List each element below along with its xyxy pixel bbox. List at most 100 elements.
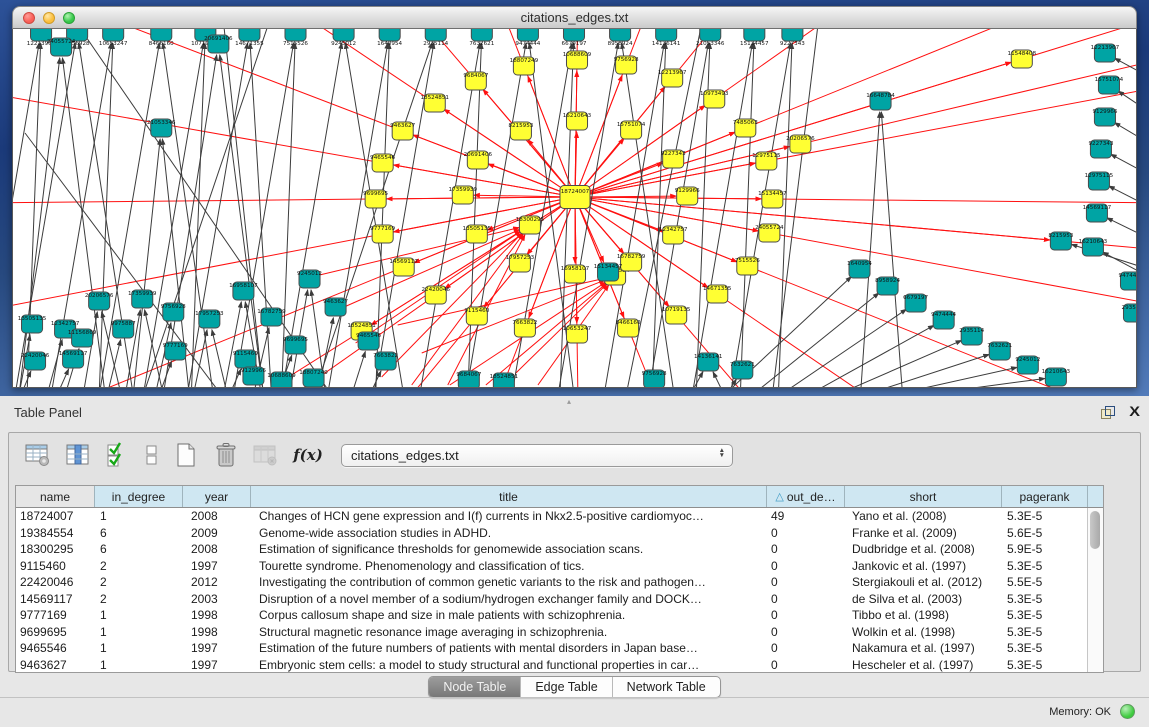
delete-table-icon[interactable] (211, 441, 241, 469)
function-builder-icon[interactable]: f(x) (291, 446, 325, 464)
vertical-scrollbar[interactable] (1087, 508, 1103, 672)
table-cell: Stergiakouli et al. (2012) (845, 574, 1002, 590)
application-window: citations_edges.txt 18724007183002951938… (0, 0, 1149, 727)
table-cell: 14569117 (16, 591, 95, 607)
graph-node-label: 9227343 (780, 41, 805, 47)
graph-node[interactable] (563, 29, 584, 41)
table-cell: 0 (767, 574, 845, 590)
table-row[interactable]: 969969511998Structural magnetic resonanc… (16, 624, 1103, 641)
table-options-icon[interactable] (23, 441, 53, 469)
graph-node-label: 9684067 (463, 73, 488, 79)
table-row[interactable]: 946362711997Embryonic stem cells: a mode… (16, 657, 1103, 674)
graph-node-label: 6679197 (903, 295, 928, 301)
network-window-titlebar[interactable]: citations_edges.txt (12, 6, 1137, 29)
table-row[interactable]: 1938455462009Genome-wide association stu… (16, 525, 1103, 542)
graph-node[interactable] (103, 29, 124, 41)
table-row[interactable]: 2242004622012Investigating the contribut… (16, 574, 1103, 591)
network-view-frame: citations_edges.txt 18724007183002951938… (0, 0, 1149, 396)
table-cell: 5.3E-5 (1002, 640, 1088, 656)
table-row[interactable]: 1456911722003Disruption of a novel membe… (16, 591, 1103, 608)
citation-network-graph[interactable]: 1872400718300295193845541513445712975115… (13, 29, 1136, 387)
graph-node[interactable] (782, 29, 803, 41)
table-cell: 2008 (183, 508, 251, 524)
table-cell: Investigating the contribution of common… (251, 574, 767, 590)
graph-node[interactable] (285, 29, 306, 41)
table-row[interactable]: 1830029562008Estimation of significance … (16, 541, 1103, 558)
float-panel-icon[interactable] (1101, 406, 1115, 419)
table-row[interactable]: 1872400712008Changes of HCN gene express… (16, 508, 1103, 525)
graph-node-label: 9777169 (163, 343, 188, 349)
tab-node-table[interactable]: Node Table (429, 677, 521, 697)
table-tab-bar: Node Table Edge Table Network Table (0, 676, 1149, 698)
column-header-year[interactable]: year (183, 486, 251, 507)
table-cell: Changes of HCN gene expression and I(f) … (251, 508, 767, 524)
graph-node-label: 16210643 (1079, 239, 1108, 245)
table-cell: 18300295 (16, 541, 95, 557)
table-selector-dropdown[interactable]: citations_edges.txt ▲▼ (341, 444, 733, 467)
graph-node[interactable] (151, 29, 172, 41)
graph-node-label: 9474444 (515, 41, 540, 47)
graph-node-label: 12975115 (1085, 173, 1114, 179)
graph-node[interactable] (744, 29, 765, 41)
table-cell: 0 (767, 640, 845, 656)
graph-node-label: 21053346 (696, 41, 725, 47)
table-cell: Wolkin et al. (1998) (845, 624, 1002, 640)
graph-node[interactable] (239, 29, 260, 41)
graph-node-label: 12975115 (752, 153, 781, 159)
graph-node[interactable] (333, 29, 354, 41)
graph-node[interactable] (700, 29, 721, 41)
graph-node[interactable] (425, 29, 446, 41)
select-all-icon[interactable] (103, 441, 133, 469)
table-row[interactable]: 977716911998Corpus callosum shape and si… (16, 607, 1103, 624)
network-canvas[interactable]: 1872400718300295193845541513445712975115… (12, 29, 1137, 388)
network-window: citations_edges.txt 18724007183002951938… (12, 6, 1137, 388)
graph-node-label: 9129966 (1092, 109, 1117, 115)
graph-node[interactable] (517, 29, 538, 41)
graph-node-label: 9129966 (675, 188, 700, 194)
column-header-out_de[interactable]: △out_de… (767, 486, 845, 507)
column-header-short[interactable]: short (845, 486, 1002, 507)
tab-edge-table[interactable]: Edge Table (521, 677, 612, 697)
table-header-row: namein_degreeyeartitle△out_de…shortpager… (16, 486, 1103, 508)
graph-node-label: 15751074 (617, 122, 646, 128)
table-row[interactable]: 911546021997Tourette syndrome. Phenomeno… (16, 558, 1103, 575)
table-cell: 2 (95, 558, 183, 574)
graph-node-label: 18724007 (561, 189, 590, 195)
graph-node-label: 11156869 (68, 330, 97, 336)
graph-node-label: 14569117 (1083, 205, 1112, 211)
graph-node-label: 9756928 (161, 304, 186, 310)
split-pane-grip[interactable]: ▴ (567, 397, 571, 406)
close-panel-icon[interactable]: X (1129, 403, 1140, 419)
table-row[interactable]: 946554611997Estimation of the future num… (16, 640, 1103, 657)
table-cell: 5.3E-5 (1002, 508, 1088, 524)
tab-network-table[interactable]: Network Table (613, 677, 720, 697)
table-cell: Yano et al. (2008) (845, 508, 1002, 524)
graph-node-label: 17957253 (195, 311, 224, 317)
graph-node-label: 7632621 (469, 41, 494, 47)
graph-node[interactable] (471, 29, 492, 41)
graph-node-label: 16782759 (617, 254, 646, 260)
graph-node-label: 17957253 (506, 255, 535, 261)
column-header-pagerank[interactable]: pagerank (1002, 486, 1088, 507)
column-header-title[interactable]: title (251, 486, 767, 507)
new-table-icon[interactable] (171, 441, 201, 469)
graph-node-label: 9245012 (331, 41, 356, 47)
table-cell: 1 (95, 508, 183, 524)
graph-node-label: 9227343 (1088, 141, 1113, 147)
table-cell: 5.3E-5 (1002, 607, 1088, 623)
table-cell: Tibbo et al. (1998) (845, 607, 1002, 623)
show-columns-icon[interactable] (63, 441, 93, 469)
graph-node-label: 14569117 (59, 351, 88, 357)
graph-node-label: 20691406 (204, 36, 233, 42)
table-cell: Jankovic et al. (1997) (845, 558, 1002, 574)
graph-node[interactable] (379, 29, 400, 41)
table-cell: 1998 (183, 607, 251, 623)
column-header-name[interactable]: name (16, 486, 95, 507)
row-height-icon[interactable] (143, 441, 161, 469)
graph-node[interactable] (610, 29, 631, 41)
column-header-in_degree[interactable]: in_degree (95, 486, 183, 507)
graph-node[interactable] (656, 29, 677, 41)
graph-node-label: 20206576 (85, 293, 114, 299)
graph-node-label: 9975887 (111, 321, 136, 327)
scrollbar-thumb[interactable] (1090, 511, 1100, 549)
